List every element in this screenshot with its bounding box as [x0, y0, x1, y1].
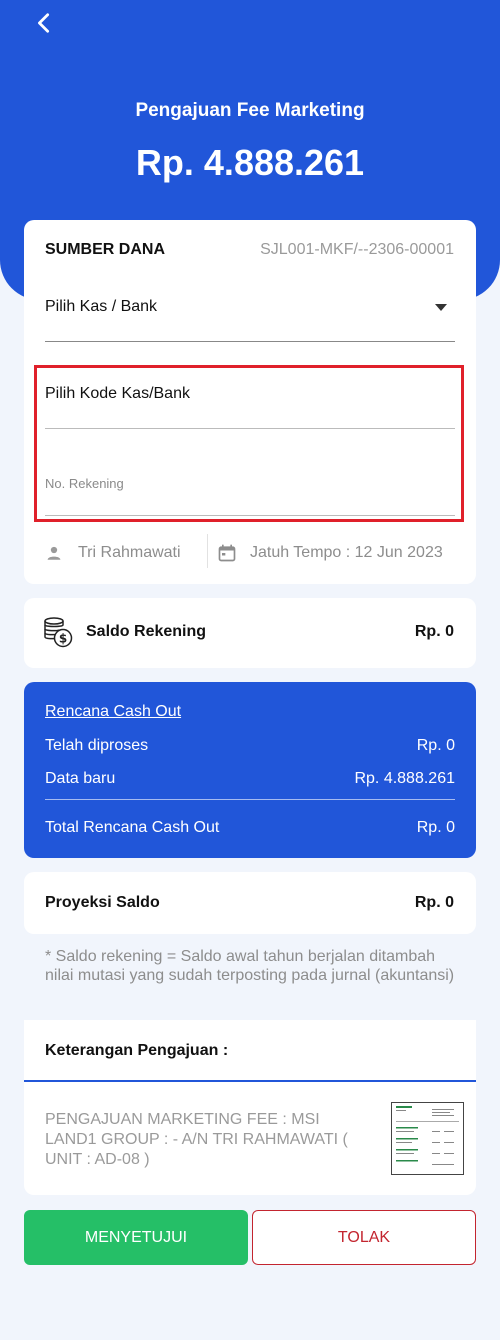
- rencana-total-label: Total Rencana Cash Out: [45, 819, 220, 836]
- reject-button[interactable]: TOLAK: [252, 1210, 476, 1265]
- kode-kas-bank-field[interactable]: Pilih Kode Kas/Bank: [45, 380, 455, 429]
- calendar-icon: [218, 544, 236, 562]
- sumber-dana-card: SUMBER DANA SJL001-MKF/--2306-00001 Pili…: [24, 220, 476, 584]
- attachment-thumbnail[interactable]: [391, 1102, 464, 1175]
- proyeksi-saldo-label: Proyeksi Saldo: [45, 894, 160, 911]
- saldo-rekening-label: Saldo Rekening: [86, 623, 207, 640]
- rencana-row-value: Rp. 0: [416, 737, 455, 754]
- rencana-row-label: Data baru: [45, 770, 116, 787]
- saldo-note: * Saldo rekening = Saldo awal tahun berj…: [45, 948, 455, 984]
- keterangan-card: Keterangan Pengajuan : PENGAJUAN MARKETI…: [24, 1020, 476, 1195]
- divider: [24, 1080, 476, 1082]
- document-thumbnail-icon: [396, 1106, 459, 1165]
- saldo-rekening-card: $ Saldo Rekening Rp. 0: [24, 598, 476, 668]
- rencana-row-label: Telah diproses: [45, 737, 149, 754]
- divider: [45, 799, 455, 800]
- proyeksi-saldo-card: Proyeksi Saldo Rp. 0: [24, 872, 476, 934]
- sumber-dana-label: SUMBER DANA: [45, 241, 165, 258]
- rencana-total-row: Total Rencana Cash Out Rp. 0: [45, 819, 455, 837]
- rencana-cash-out-link[interactable]: Rencana Cash Out: [45, 703, 181, 721]
- kode-kas-bank-label: Pilih Kode Kas/Bank: [45, 385, 190, 402]
- info-row: Tri Rahmawati Jatuh Tempo : 12 Jun 2023: [45, 534, 455, 568]
- proyeksi-saldo-value: Rp. 0: [414, 894, 454, 911]
- rencana-row: Data baru Rp. 4.888.261: [45, 770, 455, 788]
- no-rekening-field[interactable]: No. Rekening: [45, 470, 455, 516]
- page-title: Pengajuan Fee Marketing: [135, 100, 365, 121]
- saldo-rekening-value: Rp. 0: [414, 623, 454, 640]
- dropdown-caret-icon: [435, 304, 447, 311]
- person-icon: [47, 546, 61, 560]
- kas-bank-select-label: Pilih Kas / Bank: [45, 298, 158, 315]
- divider: [207, 534, 208, 568]
- user-name: Tri Rahmawati: [78, 544, 181, 561]
- kas-bank-select[interactable]: Pilih Kas / Bank: [45, 294, 455, 342]
- rencana-row-value: Rp. 4.888.261: [354, 770, 455, 787]
- document-code: SJL001-MKF/--2306-00001: [260, 241, 454, 258]
- rencana-row: Telah diproses Rp. 0: [45, 737, 455, 755]
- chevron-left-icon: [38, 13, 50, 33]
- total-amount: Rp. 4.888.261: [135, 142, 365, 183]
- no-rekening-placeholder: No. Rekening: [45, 476, 124, 491]
- jatuh-tempo: Jatuh Tempo : 12 Jun 2023: [250, 544, 443, 561]
- approve-button[interactable]: MENYETUJUI: [24, 1210, 248, 1265]
- svg-text:$: $: [59, 632, 67, 646]
- coins-money-icon: $: [44, 617, 73, 648]
- rencana-cash-out-card: Rencana Cash Out Telah diproses Rp. 0 Da…: [24, 682, 476, 858]
- back-button[interactable]: [28, 6, 60, 40]
- keterangan-text: PENGAJUAN MARKETING FEE : MSI LAND1 GROU…: [45, 1111, 348, 1168]
- keterangan-label: Keterangan Pengajuan :: [45, 1042, 229, 1059]
- rencana-total-value: Rp. 0: [416, 819, 455, 836]
